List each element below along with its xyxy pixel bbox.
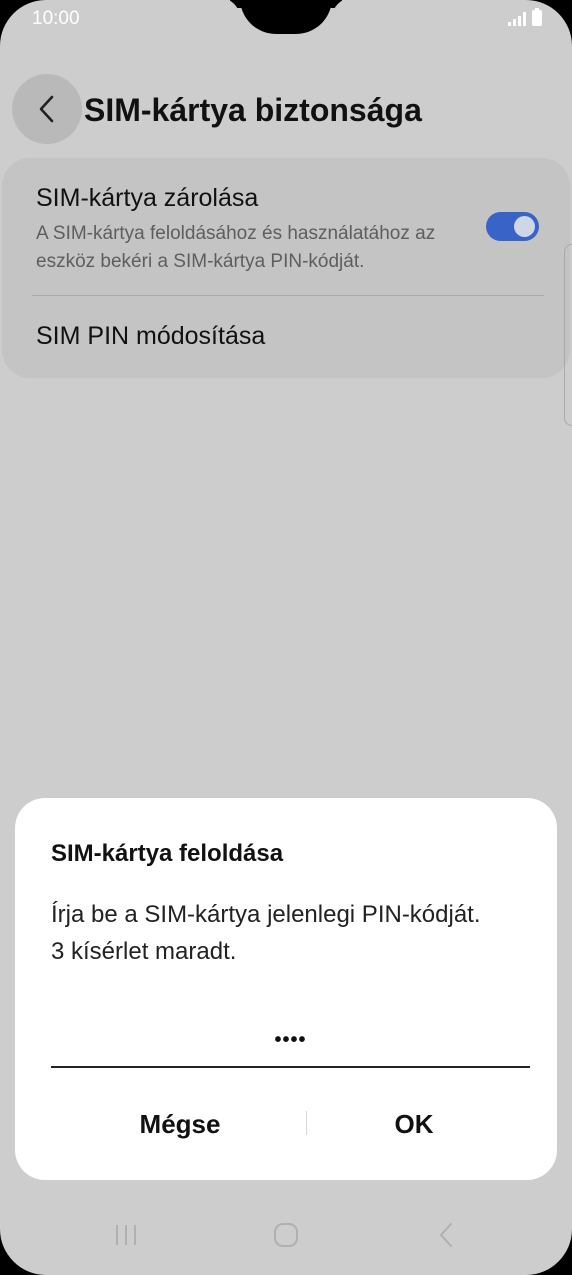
dialog-message-line1: Írja be a SIM-kártya jelenlegi PIN-kódjá… bbox=[51, 901, 481, 928]
nav-recents-button[interactable] bbox=[96, 1215, 156, 1255]
back-button[interactable] bbox=[12, 74, 82, 144]
toggle-knob bbox=[514, 216, 535, 237]
status-time: 10:00 bbox=[32, 8, 80, 29]
navigation-bar bbox=[0, 1205, 572, 1265]
cancel-button[interactable]: Mégse bbox=[65, 1098, 295, 1150]
ok-button[interactable]: OK bbox=[299, 1098, 529, 1150]
phone-screen: 10:00 SIM-kártya biztonsága SIM-kártya z… bbox=[0, 0, 572, 1275]
divider bbox=[32, 295, 544, 296]
pin-input[interactable]: •••• bbox=[51, 1020, 530, 1068]
status-icons bbox=[508, 8, 542, 26]
signal-icon bbox=[508, 10, 526, 26]
settings-card: SIM-kártya zárolása A SIM-kártya feloldá… bbox=[2, 158, 570, 378]
sim-lock-description: A SIM-kártya feloldásához és használatáh… bbox=[36, 223, 436, 272]
nav-back-button[interactable] bbox=[417, 1215, 477, 1255]
sim-lock-toggle[interactable] bbox=[486, 212, 539, 241]
dialog-message: Írja be a SIM-kártya jelenlegi PIN-kódjá… bbox=[51, 896, 521, 970]
page-title: SIM-kártya biztonsága bbox=[84, 92, 422, 128]
app-header: SIM-kártya biztonsága bbox=[0, 72, 572, 148]
sim-lock-title: SIM-kártya zárolása bbox=[36, 184, 259, 212]
unlock-sim-dialog: SIM-kártya feloldása Írja be a SIM-kárty… bbox=[15, 798, 557, 1180]
change-pin-title: SIM PIN módosítása bbox=[36, 322, 266, 350]
dialog-title: SIM-kártya feloldása bbox=[51, 840, 284, 867]
home-icon bbox=[274, 1223, 298, 1247]
recents-icon bbox=[116, 1225, 136, 1245]
scroll-handle[interactable] bbox=[564, 244, 572, 426]
nav-back-icon bbox=[440, 1223, 452, 1247]
dialog-message-line2: 3 kísérlet maradt. bbox=[51, 938, 237, 965]
chevron-left-icon bbox=[39, 95, 54, 123]
status-bar: 10:00 bbox=[0, 0, 572, 40]
battery-icon bbox=[532, 8, 542, 26]
nav-home-button[interactable] bbox=[256, 1215, 316, 1255]
